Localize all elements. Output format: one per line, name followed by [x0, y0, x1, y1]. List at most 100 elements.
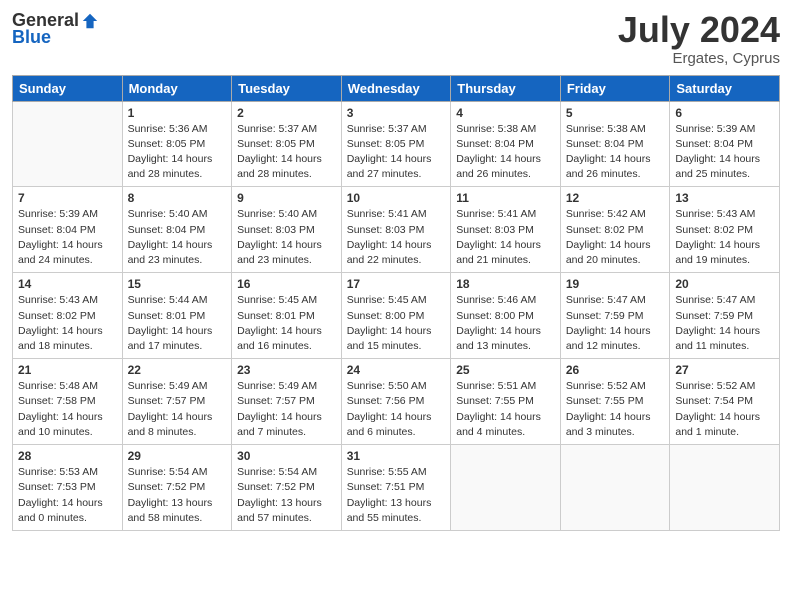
calendar-cell: 16Sunrise: 5:45 AMSunset: 8:01 PMDayligh…: [232, 273, 342, 359]
cell-content: Sunrise: 5:51 AMSunset: 7:55 PMDaylight:…: [456, 379, 555, 440]
col-header-wednesday: Wednesday: [341, 75, 451, 101]
day-number: 29: [128, 449, 227, 463]
cell-content: Sunrise: 5:44 AMSunset: 8:01 PMDaylight:…: [128, 293, 227, 354]
cell-content: Sunrise: 5:43 AMSunset: 8:02 PMDaylight:…: [18, 293, 117, 354]
calendar-cell: 19Sunrise: 5:47 AMSunset: 7:59 PMDayligh…: [560, 273, 670, 359]
cell-content: Sunrise: 5:37 AMSunset: 8:05 PMDaylight:…: [237, 122, 336, 183]
day-number: 18: [456, 277, 555, 291]
calendar-cell: 12Sunrise: 5:42 AMSunset: 8:02 PMDayligh…: [560, 187, 670, 273]
day-number: 9: [237, 191, 336, 205]
day-number: 4: [456, 106, 555, 120]
day-number: 26: [566, 363, 665, 377]
cell-content: Sunrise: 5:49 AMSunset: 7:57 PMDaylight:…: [128, 379, 227, 440]
day-number: 31: [347, 449, 446, 463]
day-number: 6: [675, 106, 774, 120]
cell-content: Sunrise: 5:41 AMSunset: 8:03 PMDaylight:…: [347, 207, 446, 268]
cell-content: Sunrise: 5:53 AMSunset: 7:53 PMDaylight:…: [18, 465, 117, 526]
day-number: 30: [237, 449, 336, 463]
day-number: 20: [675, 277, 774, 291]
cell-content: Sunrise: 5:42 AMSunset: 8:02 PMDaylight:…: [566, 207, 665, 268]
cell-content: Sunrise: 5:48 AMSunset: 7:58 PMDaylight:…: [18, 379, 117, 440]
cell-content: Sunrise: 5:55 AMSunset: 7:51 PMDaylight:…: [347, 465, 446, 526]
location-subtitle: Ergates, Cyprus: [618, 50, 780, 67]
header: General Blue July 2024 Ergates, Cyprus: [12, 10, 780, 67]
day-number: 22: [128, 363, 227, 377]
calendar-header-row: SundayMondayTuesdayWednesdayThursdayFrid…: [13, 75, 780, 101]
day-number: 8: [128, 191, 227, 205]
cell-content: Sunrise: 5:38 AMSunset: 8:04 PMDaylight:…: [566, 122, 665, 183]
calendar-cell: 27Sunrise: 5:52 AMSunset: 7:54 PMDayligh…: [670, 359, 780, 445]
calendar-cell: 29 Sunrise: 5:54 AMSunset: 7:52 PMDayligh…: [122, 445, 232, 531]
calendar-cell: 25 Sunrise: 5:51 AMSunset: 7:55 PMDayligh…: [451, 359, 561, 445]
cell-content: Sunrise: 5:49 AMSunset: 7:57 PMDaylight:…: [237, 379, 336, 440]
calendar-week-4: 21 Sunrise: 5:48 AMSunset: 7:58 PMDayligh…: [13, 359, 780, 445]
calendar-week-2: 7 Sunrise: 5:39 AMSunset: 8:04 PMDaylight…: [13, 187, 780, 273]
day-number: 24: [347, 363, 446, 377]
calendar-cell: 9 Sunrise: 5:40 AMSunset: 8:03 PMDaylight…: [232, 187, 342, 273]
cell-content: Sunrise: 5:36 AMSunset: 8:05 PMDaylight:…: [128, 122, 227, 183]
logo-blue-text: Blue: [12, 27, 51, 48]
day-number: 25: [456, 363, 555, 377]
calendar-cell: 4Sunrise: 5:38 AMSunset: 8:04 PMDaylight…: [451, 101, 561, 187]
calendar-cell: 5Sunrise: 5:38 AMSunset: 8:04 PMDaylight…: [560, 101, 670, 187]
day-number: 28: [18, 449, 117, 463]
calendar-cell: 23 Sunrise: 5:49 AMSunset: 7:57 PMDayligh…: [232, 359, 342, 445]
col-header-saturday: Saturday: [670, 75, 780, 101]
col-header-friday: Friday: [560, 75, 670, 101]
calendar-cell: 10 Sunrise: 5:41 AMSunset: 8:03 PMDayligh…: [341, 187, 451, 273]
calendar-week-3: 14 Sunrise: 5:43 AMSunset: 8:02 PMDayligh…: [13, 273, 780, 359]
col-header-tuesday: Tuesday: [232, 75, 342, 101]
cell-content: Sunrise: 5:50 AMSunset: 7:56 PMDaylight:…: [347, 379, 446, 440]
day-number: 23: [237, 363, 336, 377]
cell-content: Sunrise: 5:45 AMSunset: 8:00 PMDaylight:…: [347, 293, 446, 354]
day-number: 21: [18, 363, 117, 377]
calendar-cell: 13 Sunrise: 5:43 AMSunset: 8:02 PMDayligh…: [670, 187, 780, 273]
calendar-cell: [13, 101, 123, 187]
day-number: 3: [347, 106, 446, 120]
month-year-title: July 2024: [618, 10, 780, 50]
calendar-cell: 7 Sunrise: 5:39 AMSunset: 8:04 PMDaylight…: [13, 187, 123, 273]
cell-content: Sunrise: 5:43 AMSunset: 8:02 PMDaylight:…: [675, 207, 774, 268]
day-number: 13: [675, 191, 774, 205]
calendar-table: SundayMondayTuesdayWednesdayThursdayFrid…: [12, 75, 780, 531]
calendar-cell: 28 Sunrise: 5:53 AMSunset: 7:53 PMDayligh…: [13, 445, 123, 531]
day-number: 2: [237, 106, 336, 120]
cell-content: Sunrise: 5:45 AMSunset: 8:01 PMDaylight:…: [237, 293, 336, 354]
day-number: 10: [347, 191, 446, 205]
day-number: 17: [347, 277, 446, 291]
cell-content: Sunrise: 5:47 AMSunset: 7:59 PMDaylight:…: [675, 293, 774, 354]
cell-content: Sunrise: 5:41 AMSunset: 8:03 PMDaylight:…: [456, 207, 555, 268]
col-header-monday: Monday: [122, 75, 232, 101]
calendar-cell: 17 Sunrise: 5:45 AMSunset: 8:00 PMDayligh…: [341, 273, 451, 359]
calendar-cell: 30 Sunrise: 5:54 AMSunset: 7:52 PMDayligh…: [232, 445, 342, 531]
cell-content: Sunrise: 5:39 AMSunset: 8:04 PMDaylight:…: [18, 207, 117, 268]
cell-content: Sunrise: 5:40 AMSunset: 8:03 PMDaylight:…: [237, 207, 336, 268]
calendar-cell: 18 Sunrise: 5:46 AMSunset: 8:00 PMDayligh…: [451, 273, 561, 359]
cell-content: Sunrise: 5:52 AMSunset: 7:55 PMDaylight:…: [566, 379, 665, 440]
logo: General Blue: [12, 10, 99, 48]
calendar-cell: 22 Sunrise: 5:49 AMSunset: 7:57 PMDayligh…: [122, 359, 232, 445]
calendar-cell: 26 Sunrise: 5:52 AMSunset: 7:55 PMDayligh…: [560, 359, 670, 445]
cell-content: Sunrise: 5:54 AMSunset: 7:52 PMDaylight:…: [128, 465, 227, 526]
calendar-cell: 15 Sunrise: 5:44 AMSunset: 8:01 PMDayligh…: [122, 273, 232, 359]
cell-content: Sunrise: 5:37 AMSunset: 8:05 PMDaylight:…: [347, 122, 446, 183]
day-number: 7: [18, 191, 117, 205]
calendar-cell: 3 Sunrise: 5:37 AMSunset: 8:05 PMDaylight…: [341, 101, 451, 187]
calendar-cell: 24 Sunrise: 5:50 AMSunset: 7:56 PMDayligh…: [341, 359, 451, 445]
day-number: 27: [675, 363, 774, 377]
title-block: July 2024 Ergates, Cyprus: [618, 10, 780, 67]
day-number: 14: [18, 277, 117, 291]
calendar-cell: 8 Sunrise: 5:40 AMSunset: 8:04 PMDaylight…: [122, 187, 232, 273]
cell-content: Sunrise: 5:46 AMSunset: 8:00 PMDaylight:…: [456, 293, 555, 354]
cell-content: Sunrise: 5:47 AMSunset: 7:59 PMDaylight:…: [566, 293, 665, 354]
cell-content: Sunrise: 5:54 AMSunset: 7:52 PMDaylight:…: [237, 465, 336, 526]
cell-content: Sunrise: 5:39 AMSunset: 8:04 PMDaylight:…: [675, 122, 774, 183]
col-header-thursday: Thursday: [451, 75, 561, 101]
day-number: 15: [128, 277, 227, 291]
day-number: 11: [456, 191, 555, 205]
page-container: General Blue July 2024 Ergates, Cyprus S…: [0, 0, 792, 539]
cell-content: Sunrise: 5:40 AMSunset: 8:04 PMDaylight:…: [128, 207, 227, 268]
calendar-cell: [451, 445, 561, 531]
calendar-cell: 2 Sunrise: 5:37 AMSunset: 8:05 PMDaylight…: [232, 101, 342, 187]
calendar-cell: 11 Sunrise: 5:41 AMSunset: 8:03 PMDayligh…: [451, 187, 561, 273]
